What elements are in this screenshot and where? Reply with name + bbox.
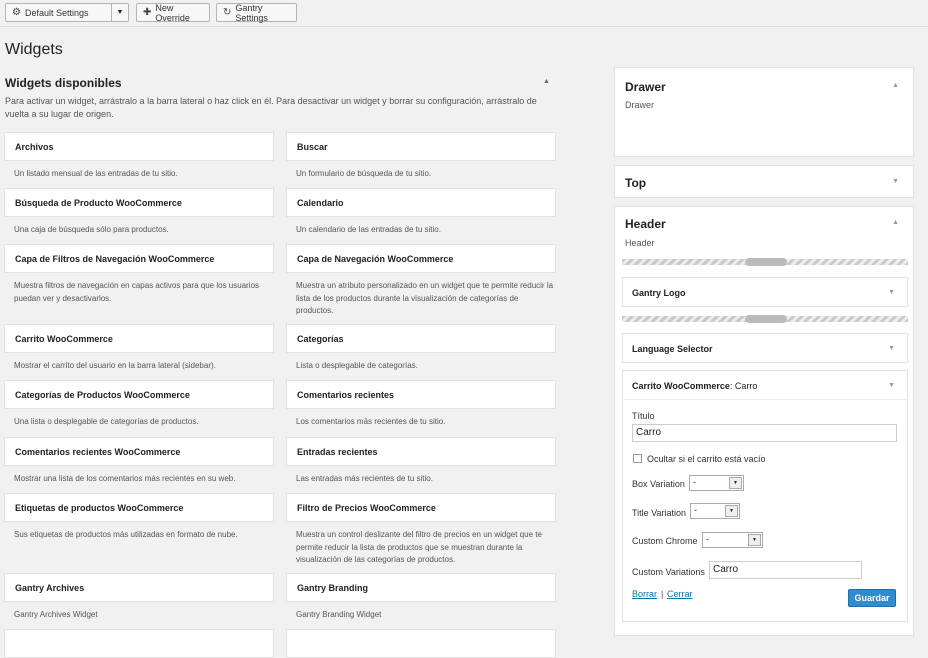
widget-card-description: Una lista o desplegable de categorías de… bbox=[14, 417, 199, 426]
chevron-down-icon: ▼ bbox=[729, 477, 742, 489]
sidebar-drawer[interactable]: Drawer Drawer ▲ bbox=[614, 67, 914, 157]
sidebar-drawer-title: Drawer bbox=[625, 80, 666, 94]
widget-gantry-logo-name: Gantry Logo bbox=[632, 288, 686, 298]
widget-card-description: Gantry Archives Widget bbox=[14, 610, 98, 619]
default-settings-label: Default Settings bbox=[24, 7, 89, 18]
widget-card[interactable]: Etiquetas de productos WooCommerce bbox=[4, 493, 274, 522]
widget-card[interactable]: Calendario bbox=[286, 188, 556, 217]
collapse-down-icon[interactable]: ▼ bbox=[888, 382, 895, 389]
title-input[interactable]: Carro bbox=[632, 424, 897, 442]
widget-card[interactable] bbox=[4, 629, 274, 658]
widget-card[interactable]: Capa de Filtros de Navegación WooCommerc… bbox=[4, 244, 274, 273]
custom-variations-label: Custom Variations bbox=[632, 567, 705, 577]
collapse-up-icon[interactable]: ▲ bbox=[892, 219, 899, 226]
widget-card-description: Lista o desplegable de categorías. bbox=[296, 361, 418, 370]
widget-card[interactable] bbox=[286, 629, 556, 658]
gantry-settings-button[interactable]: ↻ Gantry Settings bbox=[216, 2, 297, 23]
widget-card[interactable]: Categorías de Productos WooCommerce bbox=[4, 380, 274, 409]
refresh-icon: ↻ bbox=[223, 7, 232, 18]
widget-card[interactable]: Comentarios recientes bbox=[286, 380, 556, 409]
widget-card-description: Gantry Branding Widget bbox=[296, 610, 382, 619]
gear-icon: ⚙ bbox=[12, 7, 21, 18]
drag-handle[interactable] bbox=[745, 258, 787, 266]
new-override-button[interactable]: ✚ New Override bbox=[136, 2, 210, 23]
close-link[interactable]: Cerrar bbox=[667, 589, 693, 599]
widget-card-description: Muestra un control deslizante del filtro… bbox=[296, 530, 542, 564]
link-separator: | bbox=[661, 589, 664, 599]
expand-down-icon[interactable]: ▼ bbox=[888, 345, 895, 352]
gantry-settings-label: Gantry Settings bbox=[235, 2, 268, 23]
available-widgets-description: Para activar un widget, arrástralo a la … bbox=[5, 96, 537, 119]
widget-card[interactable]: Búsqueda de Producto WooCommerce bbox=[4, 188, 274, 217]
widget-card-description: Un formulario de búsqueda de tu sitio. bbox=[296, 169, 432, 178]
top-toolbar: ⚙ Default Settings ▼ ✚ New Override ↻ Ga… bbox=[0, 0, 928, 27]
widget-language-selector-name: Language Selector bbox=[632, 344, 713, 354]
new-override-label: New Override bbox=[155, 2, 190, 23]
collapse-up-icon[interactable]: ▲ bbox=[543, 78, 550, 85]
widget-card[interactable]: Comentarios recientes WooCommerce bbox=[4, 437, 274, 466]
widget-card-description: Mostrar el carrito del usuario en la bar… bbox=[14, 361, 216, 370]
hide-empty-label: Ocultar si el carrito está vacío bbox=[647, 454, 766, 464]
widget-card[interactable]: Carrito WooCommerce bbox=[4, 324, 274, 353]
box-variation-select[interactable]: - ▼ bbox=[689, 475, 744, 491]
collapse-up-icon[interactable]: ▲ bbox=[892, 82, 899, 89]
widget-card-description: Una caja de búsqueda sólo para productos… bbox=[14, 225, 169, 234]
box-variation-value: - bbox=[693, 477, 696, 487]
custom-chrome-value: - bbox=[706, 534, 709, 544]
widget-carrito-name: Carrito WooCommerce: Carro bbox=[632, 381, 758, 391]
widget-card-description: Muestra un atributo personalizado en un … bbox=[296, 281, 554, 315]
expand-down-icon[interactable]: ▼ bbox=[892, 178, 899, 185]
widget-carrito[interactable]: Carrito WooCommerce: Carro ▼ bbox=[622, 370, 908, 400]
widget-card[interactable]: Buscar bbox=[286, 132, 556, 161]
delete-link[interactable]: Borrar bbox=[632, 589, 657, 599]
widget-card-description: Los comentarios más recientes de tu siti… bbox=[296, 417, 446, 426]
sidebar-header-title: Header bbox=[625, 217, 666, 231]
sidebar-top-title: Top bbox=[625, 176, 647, 190]
widget-card[interactable]: Archivos bbox=[4, 132, 274, 161]
plus-icon: ✚ bbox=[143, 7, 152, 18]
hide-empty-checkbox[interactable] bbox=[633, 454, 642, 463]
custom-chrome-select[interactable]: - ▼ bbox=[702, 532, 763, 548]
sidebar-drawer-subtitle: Drawer bbox=[625, 100, 655, 110]
page-title: Widgets bbox=[5, 41, 63, 58]
widget-card[interactable]: Filtro de Precios WooCommerce bbox=[286, 493, 556, 522]
custom-variations-input[interactable]: Carro bbox=[709, 561, 862, 579]
widget-card-description: Sus etiquetas de productos más utilizada… bbox=[14, 530, 238, 539]
title-variation-value: - bbox=[694, 505, 697, 515]
widget-card-description: Mostrar una lista de los comentarios más… bbox=[14, 474, 236, 483]
widget-card[interactable]: Gantry Branding bbox=[286, 573, 556, 602]
expand-down-icon[interactable]: ▼ bbox=[888, 289, 895, 296]
default-settings-button[interactable]: ⚙ Default Settings bbox=[5, 3, 112, 22]
widget-card-description: Un calendario de las entradas de tu siti… bbox=[296, 225, 441, 234]
widget-card[interactable]: Capa de Navegación WooCommerce bbox=[286, 244, 556, 273]
box-variation-label: Box Variation bbox=[632, 479, 685, 489]
available-widgets-title: Widgets disponibles bbox=[5, 76, 122, 90]
widget-language-selector[interactable]: Language Selector ▼ bbox=[622, 333, 908, 363]
sidebar-header-subtitle: Header bbox=[625, 238, 655, 248]
sidebar-top[interactable]: Top ▼ bbox=[614, 165, 914, 198]
widget-card[interactable]: Entradas recientes bbox=[286, 437, 556, 466]
save-button[interactable]: Guardar bbox=[848, 589, 896, 607]
widget-card[interactable]: Categorías bbox=[286, 324, 556, 353]
title-label: Título bbox=[632, 411, 655, 421]
custom-chrome-label: Custom Chrome bbox=[632, 536, 698, 546]
title-variation-label: Title Variation bbox=[632, 508, 687, 518]
drag-handle[interactable] bbox=[745, 315, 787, 323]
widget-card-description: Un listado mensual de las entradas de tu… bbox=[14, 169, 178, 178]
chevron-down-icon: ▼ bbox=[725, 505, 738, 517]
chevron-down-icon[interactable]: ▼ bbox=[111, 3, 129, 22]
widget-card[interactable]: Gantry Archives bbox=[4, 573, 274, 602]
chevron-down-icon: ▼ bbox=[748, 534, 761, 546]
widget-gantry-logo[interactable]: Gantry Logo ▼ bbox=[622, 277, 908, 307]
title-variation-select[interactable]: - ▼ bbox=[690, 503, 740, 519]
widget-card-description: Muestra filtros de navegación en capas a… bbox=[14, 281, 260, 303]
widget-card-description: Las entradas más recientes de tu sitio. bbox=[296, 474, 433, 483]
